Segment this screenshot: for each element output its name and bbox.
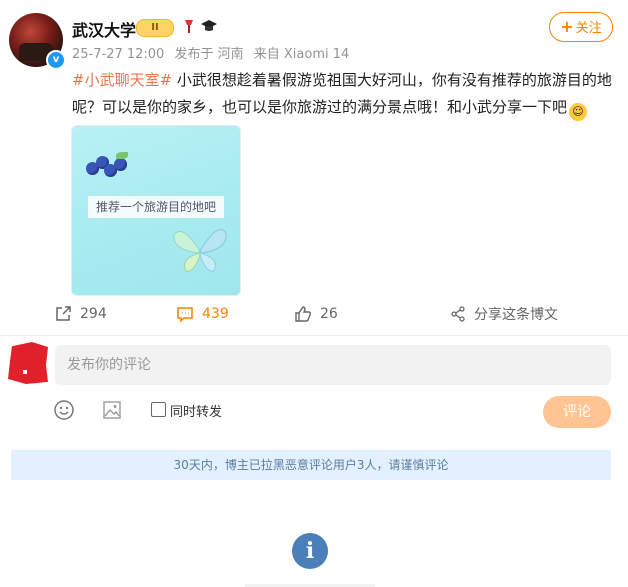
- post-text: #小武聊天室# 小武很想趁着暑假游览祖国大好河山，你有没有推荐的旅游目的地呢？可…: [72, 67, 612, 121]
- repost-checkbox[interactable]: [151, 402, 166, 417]
- comment-count: 439: [202, 306, 229, 322]
- torch-icon[interactable]: [182, 18, 196, 39]
- info-icon[interactable]: i: [292, 533, 328, 569]
- share-icon: [451, 306, 465, 322]
- emoji-icon: [54, 400, 74, 420]
- blocked-users-notice: 30天内，博主已拉黑恶意评论用户3人，请谨慎评论: [11, 450, 611, 480]
- butterfly-illustration: [173, 229, 227, 272]
- vip-badge-icon[interactable]: II: [136, 19, 174, 37]
- topic-link[interactable]: #小武聊天室#: [72, 71, 172, 89]
- like-icon: [295, 306, 312, 322]
- post-meta: 25-7-27 12:00 发布于 河南 来自 Xiaomi 14: [72, 43, 355, 62]
- comment-button[interactable]: 439: [176, 304, 229, 324]
- image-icon: [103, 401, 121, 419]
- verified-icon: v: [46, 50, 66, 70]
- repost-count: 294: [80, 306, 107, 322]
- avatar-mark: [23, 370, 27, 374]
- author-name[interactable]: 武汉大学: [72, 17, 136, 41]
- repost-icon: [56, 306, 71, 321]
- emoji-icon: ☺: [569, 103, 588, 121]
- post-source: 来自 Xiaomi 14: [253, 47, 350, 62]
- comment-submit-button[interactable]: 评论: [543, 396, 611, 428]
- repost-checkbox-label[interactable]: 同时转发: [170, 401, 222, 420]
- graduation-cap-icon[interactable]: [200, 18, 218, 39]
- share-label: 分享这条博文: [474, 307, 558, 323]
- post-location: 发布于 河南: [174, 47, 244, 62]
- follow-label: 关注: [575, 21, 602, 36]
- follow-button[interactable]: + 关注: [549, 12, 613, 42]
- post-image[interactable]: 推荐一个旅游目的地吧: [71, 125, 241, 296]
- current-user-avatar[interactable]: [8, 342, 48, 384]
- like-count: 26: [320, 306, 338, 322]
- comment-icon: [177, 307, 193, 323]
- like-button[interactable]: 26: [294, 304, 338, 324]
- blueberry-illustration: [84, 152, 130, 180]
- image-caption: 推荐一个旅游目的地吧: [88, 196, 224, 218]
- comment-input[interactable]: [55, 345, 611, 385]
- repost-button[interactable]: 294: [54, 304, 107, 324]
- share-button[interactable]: 分享这条博文: [450, 304, 558, 324]
- divider: [0, 335, 628, 336]
- post-timestamp[interactable]: 25-7-27 12:00: [72, 47, 164, 62]
- image-upload-button[interactable]: [101, 399, 123, 421]
- emoji-picker-button[interactable]: [53, 399, 75, 421]
